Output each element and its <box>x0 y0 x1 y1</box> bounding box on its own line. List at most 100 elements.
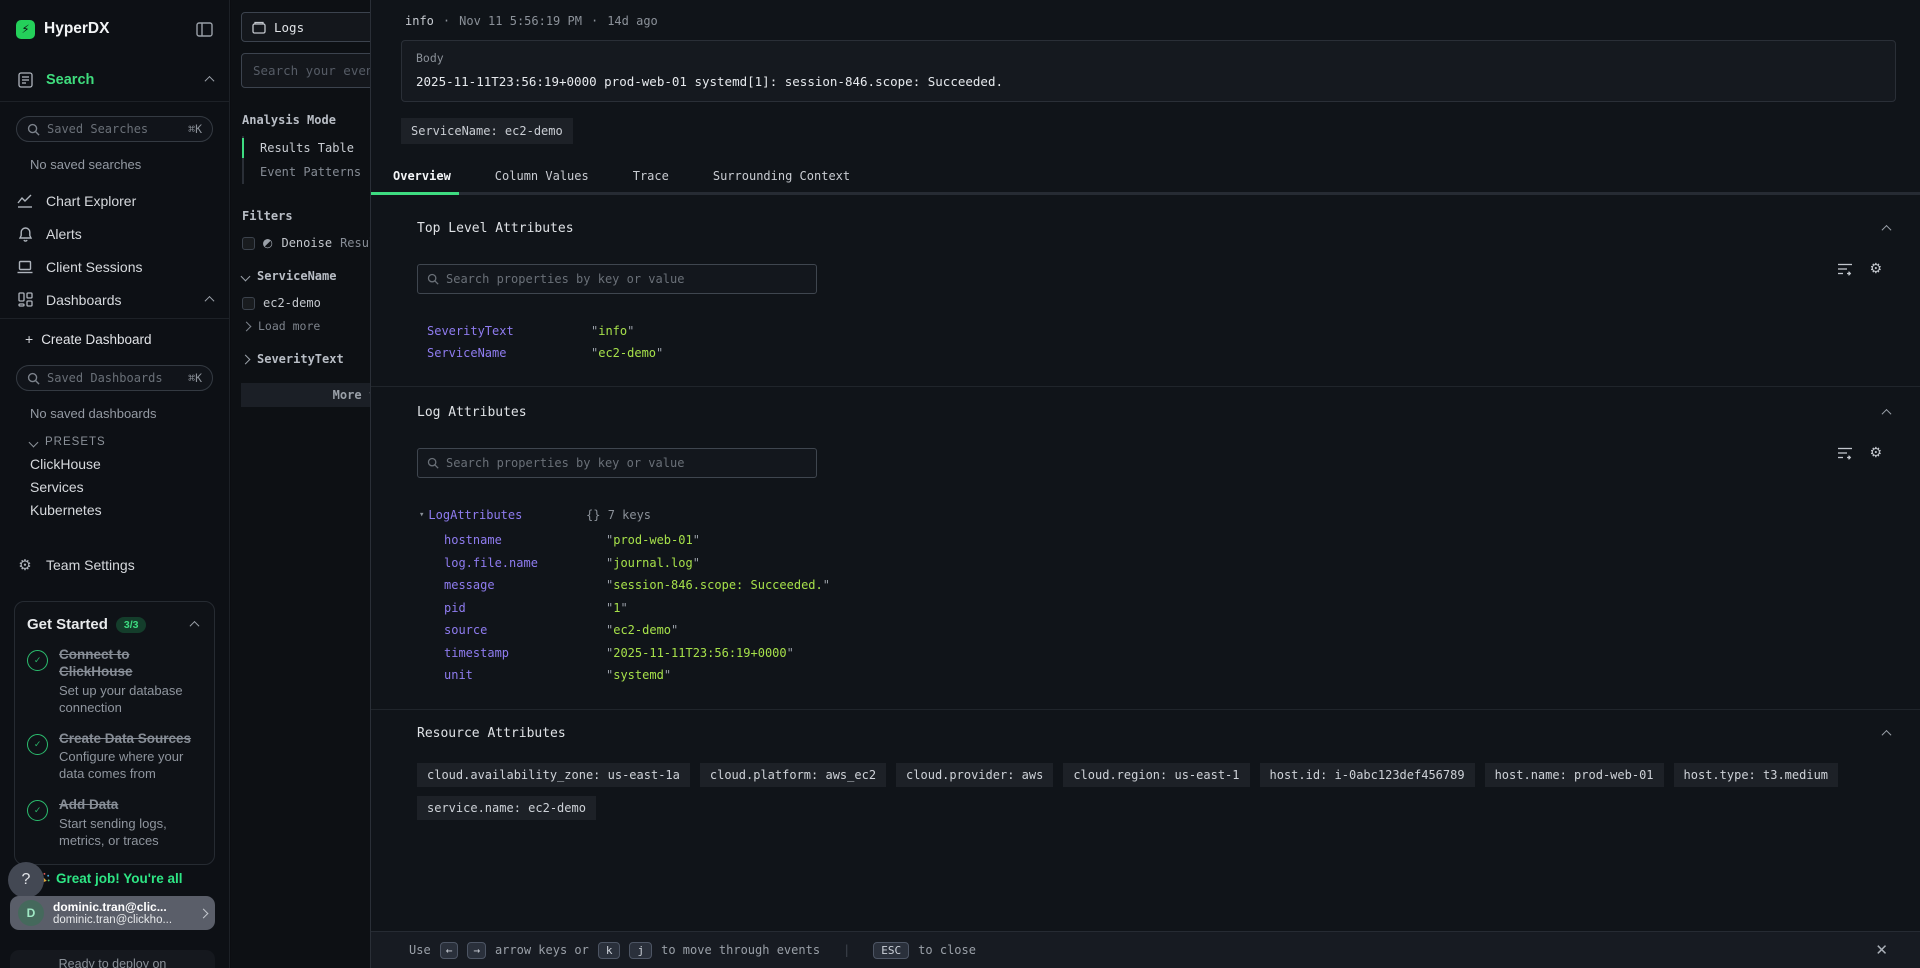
get-started-card: Get Started 3/3 ✓ Connect to ClickHouse … <box>14 601 215 865</box>
laptop-icon <box>16 260 34 274</box>
user-profile-button[interactable]: D dominic.tran@clic... dominic.tran@clic… <box>10 896 215 930</box>
attribute-key: source <box>444 623 606 637</box>
tab-surrounding-context[interactable]: Surrounding Context <box>691 161 872 195</box>
service-name-tag[interactable]: ServiceName: ec2-demo <box>401 118 573 144</box>
property-search-box[interactable] <box>417 448 817 478</box>
attribute-value: session-846.scope: Succeeded. <box>606 578 830 592</box>
footer-text: to move through events <box>661 943 820 957</box>
ec2-demo-checkbox[interactable] <box>242 297 255 310</box>
sidebar-item-client-sessions[interactable]: Client Sessions <box>0 250 229 283</box>
sidebar-item-chart-explorer[interactable]: Chart Explorer <box>0 184 229 217</box>
chevron-up-icon <box>205 76 215 86</box>
attribute-row[interactable]: log.file.name journal.log <box>419 552 1896 575</box>
check-circle-icon: ✓ <box>27 650 48 671</box>
attribute-row[interactable]: timestamp 2025-11-11T23:56:19+0000 <box>419 642 1896 665</box>
collapse-section-icon[interactable] <box>1882 729 1892 739</box>
saved-searches-input[interactable]: ⌘K <box>16 116 213 142</box>
wrap-lines-icon[interactable] <box>1837 262 1853 276</box>
chart-icon <box>16 193 34 208</box>
attribute-row[interactable]: ServiceName ec2-demo <box>427 342 1896 364</box>
task-title: Add Data <box>59 797 202 814</box>
property-search-input[interactable] <box>446 456 807 470</box>
gear-icon[interactable]: ⚙ <box>1869 261 1882 277</box>
resource-badge[interactable]: host.type: t3.medium <box>1674 763 1839 787</box>
collapse-section-icon[interactable] <box>1882 225 1892 235</box>
logo-row: ⚡ HyperDX <box>0 0 229 58</box>
resource-badge[interactable]: host.id: i-0abc123def456789 <box>1260 763 1475 787</box>
get-started-header[interactable]: Get Started 3/3 <box>27 616 202 633</box>
attribute-row[interactable]: source ec2-demo <box>419 619 1896 642</box>
tab-column-values[interactable]: Column Values <box>473 161 611 195</box>
resource-badge[interactable]: service.name: ec2-demo <box>417 796 596 820</box>
bell-icon <box>16 226 34 242</box>
resource-badge[interactable]: host.name: prod-web-01 <box>1485 763 1664 787</box>
chevron-down-icon <box>29 437 39 447</box>
property-search-input[interactable] <box>446 272 807 286</box>
attribute-value: 2025-11-11T23:56:19+0000 <box>606 646 794 660</box>
check-circle-icon: ✓ <box>27 800 48 821</box>
attribute-value: info <box>591 324 634 338</box>
gear-icon[interactable]: ⚙ <box>1869 445 1882 461</box>
resource-badge[interactable]: cloud.region: us-east-1 <box>1063 763 1249 787</box>
preset-clickhouse[interactable]: ClickHouse <box>0 453 229 476</box>
property-search-box[interactable] <box>417 264 817 294</box>
attribute-row[interactable]: message session-846.scope: Succeeded. <box>419 574 1896 597</box>
sidebar-item-search[interactable]: Search <box>0 58 229 102</box>
section-top-level-attributes: Top Level Attributes ⚙ SeverityText info… <box>371 195 1920 387</box>
filter-group-name: SeverityText <box>257 352 344 366</box>
create-dashboard-button[interactable]: + Create Dashboard <box>0 319 229 359</box>
task-desc: Set up your database connection <box>59 683 202 717</box>
tree-caret-icon[interactable]: ▾ <box>419 510 424 520</box>
presets-toggle[interactable]: PRESETS <box>30 436 229 448</box>
chevron-right-icon <box>241 354 251 364</box>
preset-services[interactable]: Services <box>0 476 229 499</box>
attribute-key: hostname <box>444 533 606 547</box>
tab-trace[interactable]: Trace <box>611 161 691 195</box>
attribute-rows: SeverityText info ServiceName ec2-demo <box>417 320 1896 364</box>
attribute-row[interactable]: unit systemd <box>419 664 1896 687</box>
wrap-lines-icon[interactable] <box>1837 446 1853 460</box>
sidebar-item-alerts[interactable]: Alerts <box>0 217 229 250</box>
section-log-attributes: Log Attributes ⚙ ▾ LogAttributes {} <box>371 387 1920 710</box>
attribute-row[interactable]: hostname prod-web-01 <box>419 529 1896 552</box>
brace-icon: {} <box>586 508 600 522</box>
saved-dashboards-input[interactable]: ⌘K <box>16 365 213 391</box>
footer-text: arrow keys or <box>495 943 589 957</box>
attribute-key: pid <box>444 601 606 615</box>
arrow-right-key: → <box>467 942 486 959</box>
attribute-row[interactable]: SeverityText info <box>427 320 1896 342</box>
attribute-row[interactable]: pid 1 <box>419 597 1896 620</box>
tab-overview[interactable]: Overview <box>371 161 473 195</box>
denoise-checkbox[interactable] <box>242 237 255 250</box>
collapse-section-icon[interactable] <box>1882 409 1892 419</box>
collapse-sidebar-icon[interactable] <box>196 22 213 37</box>
avatar: D <box>18 900 44 926</box>
task-title: Connect to ClickHouse <box>59 647 202 681</box>
footer-divider: | <box>843 943 850 957</box>
nav-label: Dashboards <box>46 292 206 308</box>
no-saved-dashboards-text: No saved dashboards <box>30 406 229 421</box>
resource-badge[interactable]: cloud.platform: aws_ec2 <box>700 763 886 787</box>
attribute-key: ServiceName <box>427 346 591 360</box>
resource-badge[interactable]: cloud.availability_zone: us-east-1a <box>417 763 690 787</box>
no-saved-searches-text: No saved searches <box>30 157 229 172</box>
resource-badge[interactable]: cloud.provider: aws <box>896 763 1053 787</box>
search-label: Search <box>46 72 206 88</box>
profile-email: dominic.tran@clickho... <box>53 914 200 926</box>
sidebar-item-dashboards[interactable]: Dashboards <box>0 283 229 316</box>
check-circle-icon: ✓ <box>27 734 48 755</box>
attribute-value: systemd <box>606 668 671 682</box>
help-button[interactable]: ? <box>8 862 44 898</box>
deploy-banner[interactable]: Ready to deploy on <box>10 950 215 968</box>
preset-kubernetes[interactable]: Kubernetes <box>0 499 229 522</box>
saved-dashboards-field[interactable] <box>47 371 188 385</box>
task-title: Create Data Sources <box>59 731 202 748</box>
close-icon[interactable]: ✕ <box>1875 941 1888 959</box>
attribute-value: prod-web-01 <box>606 533 700 547</box>
celebration-text: Great job! You're all <box>56 871 183 888</box>
gear-icon: ⚙ <box>16 556 34 574</box>
panel-footer: Use ← → arrow keys or k j to move throug… <box>371 931 1920 968</box>
tree-root-row[interactable]: ▾ LogAttributes {} 7 keys <box>419 506 1896 524</box>
sidebar-item-team-settings[interactable]: ⚙ Team Settings <box>0 548 229 581</box>
saved-searches-field[interactable] <box>47 122 188 136</box>
